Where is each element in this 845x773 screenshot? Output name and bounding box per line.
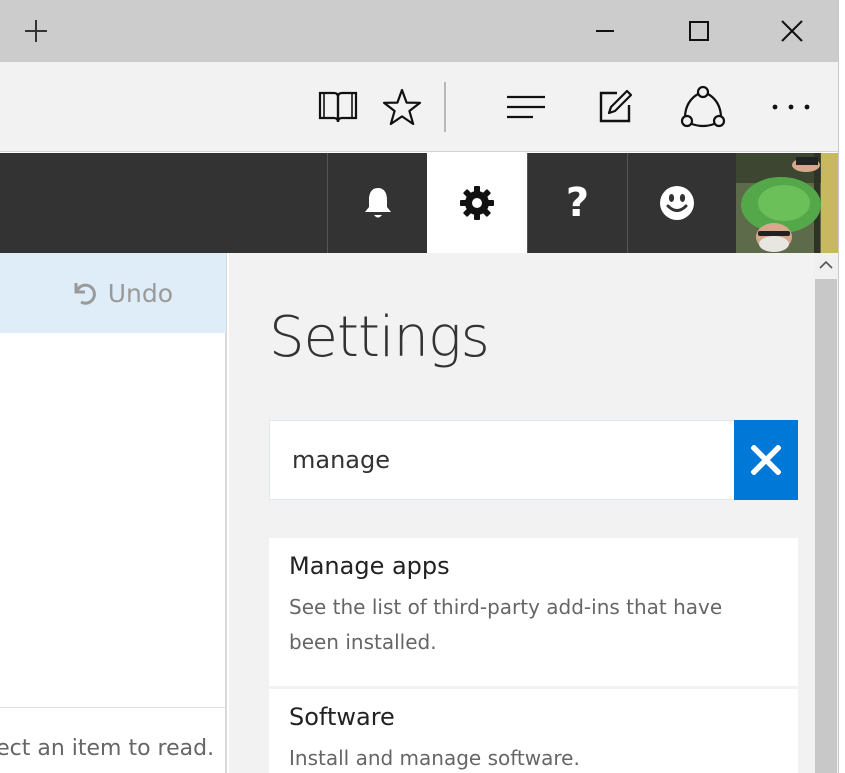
maximize-button[interactable] bbox=[652, 0, 746, 62]
minimize-icon bbox=[596, 30, 614, 32]
smiley-icon bbox=[660, 186, 694, 220]
result-description: See the list of third-party add-ins that… bbox=[289, 595, 723, 654]
toolbar-divider bbox=[444, 82, 446, 132]
feedback-button[interactable] bbox=[627, 153, 726, 253]
reading-view-icon bbox=[318, 91, 358, 123]
share-button[interactable] bbox=[676, 62, 730, 152]
more-icon bbox=[772, 104, 810, 110]
chevron-up-icon bbox=[819, 261, 833, 269]
reading-view-button[interactable] bbox=[312, 62, 364, 152]
page-title: Settings bbox=[269, 305, 490, 370]
notifications-button[interactable] bbox=[327, 153, 427, 253]
scrollbar[interactable] bbox=[814, 253, 838, 773]
profile-photo bbox=[736, 153, 838, 253]
close-button[interactable] bbox=[746, 0, 838, 62]
undo-icon bbox=[74, 283, 96, 305]
new-tab-icon bbox=[25, 20, 47, 42]
favorite-star-icon bbox=[382, 88, 422, 126]
reading-pane-hint: lect an item to read. bbox=[0, 736, 215, 761]
maximize-icon bbox=[689, 21, 709, 41]
more-button[interactable] bbox=[764, 62, 818, 152]
minimize-button[interactable] bbox=[560, 0, 652, 62]
bell-icon bbox=[364, 188, 391, 218]
message-list-pane: Undo lect an item to read. bbox=[0, 253, 227, 773]
avatar[interactable] bbox=[736, 153, 838, 253]
scroll-up-button[interactable] bbox=[814, 253, 838, 277]
hub-button[interactable] bbox=[500, 62, 552, 152]
search-result-software[interactable]: Software Install and manage software. bbox=[269, 689, 798, 773]
undo-label: Undo bbox=[107, 278, 173, 308]
divider bbox=[0, 707, 226, 708]
title-bar bbox=[0, 0, 838, 62]
favorite-button[interactable] bbox=[378, 62, 426, 152]
result-description: Install and manage software. bbox=[289, 746, 580, 770]
undo-button[interactable]: Undo bbox=[0, 253, 226, 333]
help-icon: ? bbox=[565, 180, 590, 226]
close-icon bbox=[751, 445, 781, 475]
web-note-button[interactable] bbox=[590, 62, 640, 152]
help-button[interactable]: ? bbox=[527, 153, 627, 253]
search-result-manage-apps[interactable]: Manage apps See the list of third-party … bbox=[269, 538, 798, 686]
window-edge bbox=[838, 0, 845, 773]
settings-search-input[interactable] bbox=[269, 420, 735, 500]
close-icon bbox=[781, 20, 803, 42]
web-note-icon bbox=[599, 89, 633, 123]
settings-panel: Settings Manage apps See the list of thi… bbox=[229, 253, 814, 773]
new-tab-button[interactable] bbox=[0, 0, 72, 62]
share-icon bbox=[680, 85, 726, 128]
scroll-thumb[interactable] bbox=[815, 279, 837, 773]
result-title: Manage apps bbox=[289, 552, 450, 580]
settings-button[interactable] bbox=[427, 153, 527, 253]
hub-icon bbox=[507, 95, 545, 119]
result-title: Software bbox=[289, 703, 395, 731]
app-header: ? bbox=[0, 153, 838, 253]
clear-search-button[interactable] bbox=[734, 420, 798, 500]
browser-toolbar bbox=[0, 62, 838, 152]
gear-icon bbox=[460, 186, 494, 220]
